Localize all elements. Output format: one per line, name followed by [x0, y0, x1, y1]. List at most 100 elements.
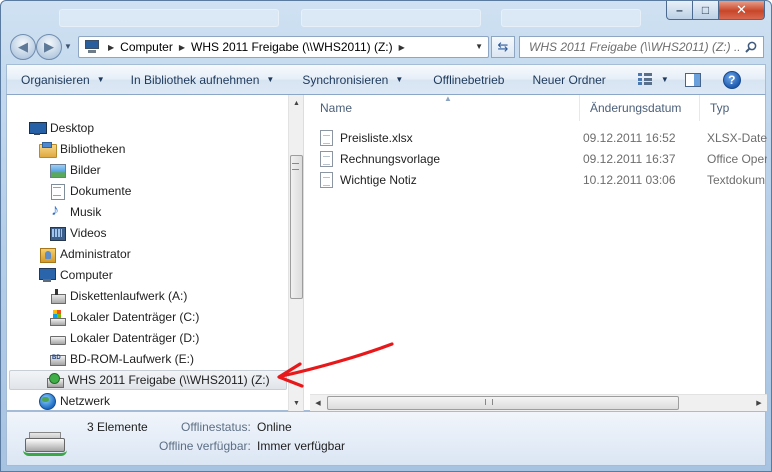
column-header-type[interactable]: Typ [700, 95, 767, 121]
bd-rom-drive-icon [49, 351, 66, 367]
navigation-pane-scrollbar[interactable]: ▲ ▼ [288, 95, 303, 411]
scroll-left-button[interactable]: ◀ [310, 395, 326, 411]
change-view-button[interactable]: ▼ [616, 65, 675, 94]
tree-label: Lokaler Datenträger (C:) [70, 309, 200, 324]
maximize-button[interactable]: □ [693, 1, 719, 20]
include-in-library-button[interactable]: In Bibliothek aufnehmen ▼ [115, 65, 285, 94]
item-count: 3 Elemente [87, 420, 148, 434]
chevron-down-icon: ▼ [96, 75, 105, 84]
file-icon [320, 150, 333, 167]
breadcrumb-separator[interactable]: ▶ [179, 43, 185, 52]
file-type: XLSX-Datei [707, 130, 767, 145]
file-type: Textdokum [707, 172, 766, 187]
close-button[interactable]: ✕ [719, 1, 765, 20]
tree-item-libraries[interactable]: Bibliotheken [39, 139, 125, 158]
work-offline-button[interactable]: Offlinebetrieb [413, 65, 514, 94]
sort-ascending-icon: ▲ [444, 95, 452, 103]
tree-item-videos[interactable]: Videos [49, 223, 106, 242]
navigation-pane: Desktop Bibliotheken Bilder Dokumente Mu… [7, 95, 304, 411]
file-date: 10.12.2011 03:06 [583, 172, 676, 187]
file-icon [320, 129, 333, 146]
computer-icon [39, 267, 56, 283]
file-row[interactable]: Preisliste.xlsx 09.12.2011 16:52 XLSX-Da… [310, 127, 767, 148]
help-icon: ? [722, 70, 741, 89]
minimize-button[interactable]: – [666, 1, 693, 20]
tree-item-drive-d[interactable]: Lokaler Datenträger (D:) [49, 328, 199, 347]
tree-item-drive-c[interactable]: Lokaler Datenträger (C:) [49, 307, 199, 326]
help-button[interactable]: ? [711, 65, 747, 94]
command-bar: Organisieren ▼ In Bibliothek aufnehmen ▼ S… [6, 64, 766, 95]
new-folder-label: Neuer Ordner [532, 72, 606, 87]
tree-item-floppy-a[interactable]: Diskettenlaufwerk (A:) [49, 286, 187, 305]
tree-label: Diskettenlaufwerk (A:) [70, 288, 188, 303]
tree-item-desktop[interactable]: Desktop [29, 118, 94, 137]
music-icon [49, 202, 65, 220]
breadcrumb-separator[interactable]: ▶ [108, 43, 114, 52]
column-header-name[interactable]: ▲ Name [310, 95, 580, 121]
offline-availability-value: Immer verfügbar [257, 439, 346, 453]
arrow-left-icon: ◀ [18, 39, 28, 54]
column-header-label: Name [320, 101, 353, 115]
sync-label: Synchronisieren [302, 72, 389, 87]
scroll-down-button[interactable]: ▼ [289, 395, 303, 411]
network-drive-icon [47, 372, 64, 388]
tree-item-music[interactable]: Musik [49, 202, 101, 221]
tree-label: Administrator [60, 246, 131, 261]
breadcrumb-current-drive[interactable]: WHS 2011 Freigabe (\\WHS2011) (Z:) [191, 40, 393, 54]
column-header-date[interactable]: Änderungsdatum [580, 95, 700, 121]
tree-item-administrator[interactable]: Administrator [39, 244, 131, 263]
videos-icon [49, 225, 66, 241]
include-library-label: In Bibliothek aufnehmen [130, 72, 260, 87]
tree-item-network-drive-z[interactable]: WHS 2011 Freigabe (\\WHS2011) (Z:) [9, 370, 287, 390]
preview-pane-icon [684, 72, 701, 87]
caption-buttons: – □ ✕ [666, 1, 765, 20]
scroll-up-button[interactable]: ▲ [289, 95, 303, 111]
file-name: Rechnungsvorlage [340, 151, 441, 166]
address-bar[interactable]: ▶ Computer ▶ WHS 2011 Freigabe (\\WHS201… [78, 36, 489, 58]
recent-pages-dropdown[interactable]: ▼ [64, 42, 72, 51]
sync-button[interactable]: Synchronisieren ▼ [284, 65, 413, 94]
breadcrumb-separator[interactable]: ▶ [399, 43, 405, 52]
new-folder-button[interactable]: Neuer Ordner [514, 65, 615, 94]
file-type: Office Oper [707, 151, 767, 166]
tree-label: Bilder [70, 162, 101, 177]
organize-menu-button[interactable]: Organisieren ▼ [7, 65, 115, 94]
tree-label: Desktop [50, 120, 95, 135]
forward-button[interactable]: ▶ [36, 34, 62, 60]
documents-icon [49, 183, 65, 200]
blurred-title-area [59, 9, 279, 27]
details-pane: 3 Elemente Offlinestatus: Online Offline… [6, 411, 766, 466]
tree-item-computer[interactable]: Computer [39, 265, 113, 284]
preview-pane-button[interactable] [675, 65, 711, 94]
file-date: 09.12.2011 16:37 [583, 151, 676, 166]
floppy-drive-icon [49, 288, 66, 304]
file-row[interactable]: Wichtige Notiz 10.12.2011 03:06 Textdoku… [310, 169, 767, 190]
scrollbar-grip-icon [485, 399, 493, 405]
back-button[interactable]: ◀ [10, 34, 36, 60]
refresh-icon: ⇆ [497, 39, 509, 54]
pictures-icon [49, 162, 66, 178]
file-row[interactable]: Rechnungsvorlage 09.12.2011 16:37 Office… [310, 148, 767, 169]
tree-item-pictures[interactable]: Bilder [49, 160, 101, 179]
scrollbar-thumb[interactable] [290, 155, 303, 299]
file-list: ▲ Name Änderungsdatum Typ Preisliste.xls… [310, 95, 767, 411]
address-history-dropdown[interactable]: ▼ [475, 42, 483, 51]
tree-label: Lokaler Datenträger (D:) [70, 330, 200, 345]
tree-label: Netzwerk [60, 393, 111, 408]
tree-label: BD-ROM-Laufwerk (E:) [70, 351, 195, 366]
refresh-button[interactable]: ⇆ [491, 36, 515, 58]
tree-item-documents[interactable]: Dokumente [49, 181, 131, 200]
breadcrumb-computer[interactable]: Computer [120, 40, 173, 54]
blurred-title-area [501, 9, 641, 27]
search-box[interactable]: WHS 2011 Freigabe (\\WHS2011) (Z:) ... [519, 36, 764, 58]
tree-item-bd-rom-e[interactable]: BD-ROM-Laufwerk (E:) [49, 349, 194, 368]
tree-item-network[interactable]: Netzwerk [39, 391, 110, 410]
tree-label: Musik [70, 204, 102, 219]
scrollbar-thumb[interactable] [327, 396, 679, 410]
scroll-right-button[interactable]: ▶ [751, 395, 767, 411]
chevron-down-icon: ▼ [266, 75, 275, 84]
offline-availability-label: Offline verfügbar: [159, 439, 251, 453]
details-view-icon [637, 73, 654, 86]
tree-label: Bibliotheken [60, 141, 126, 156]
file-list-horizontal-scrollbar[interactable]: ◀ ▶ [310, 394, 767, 411]
